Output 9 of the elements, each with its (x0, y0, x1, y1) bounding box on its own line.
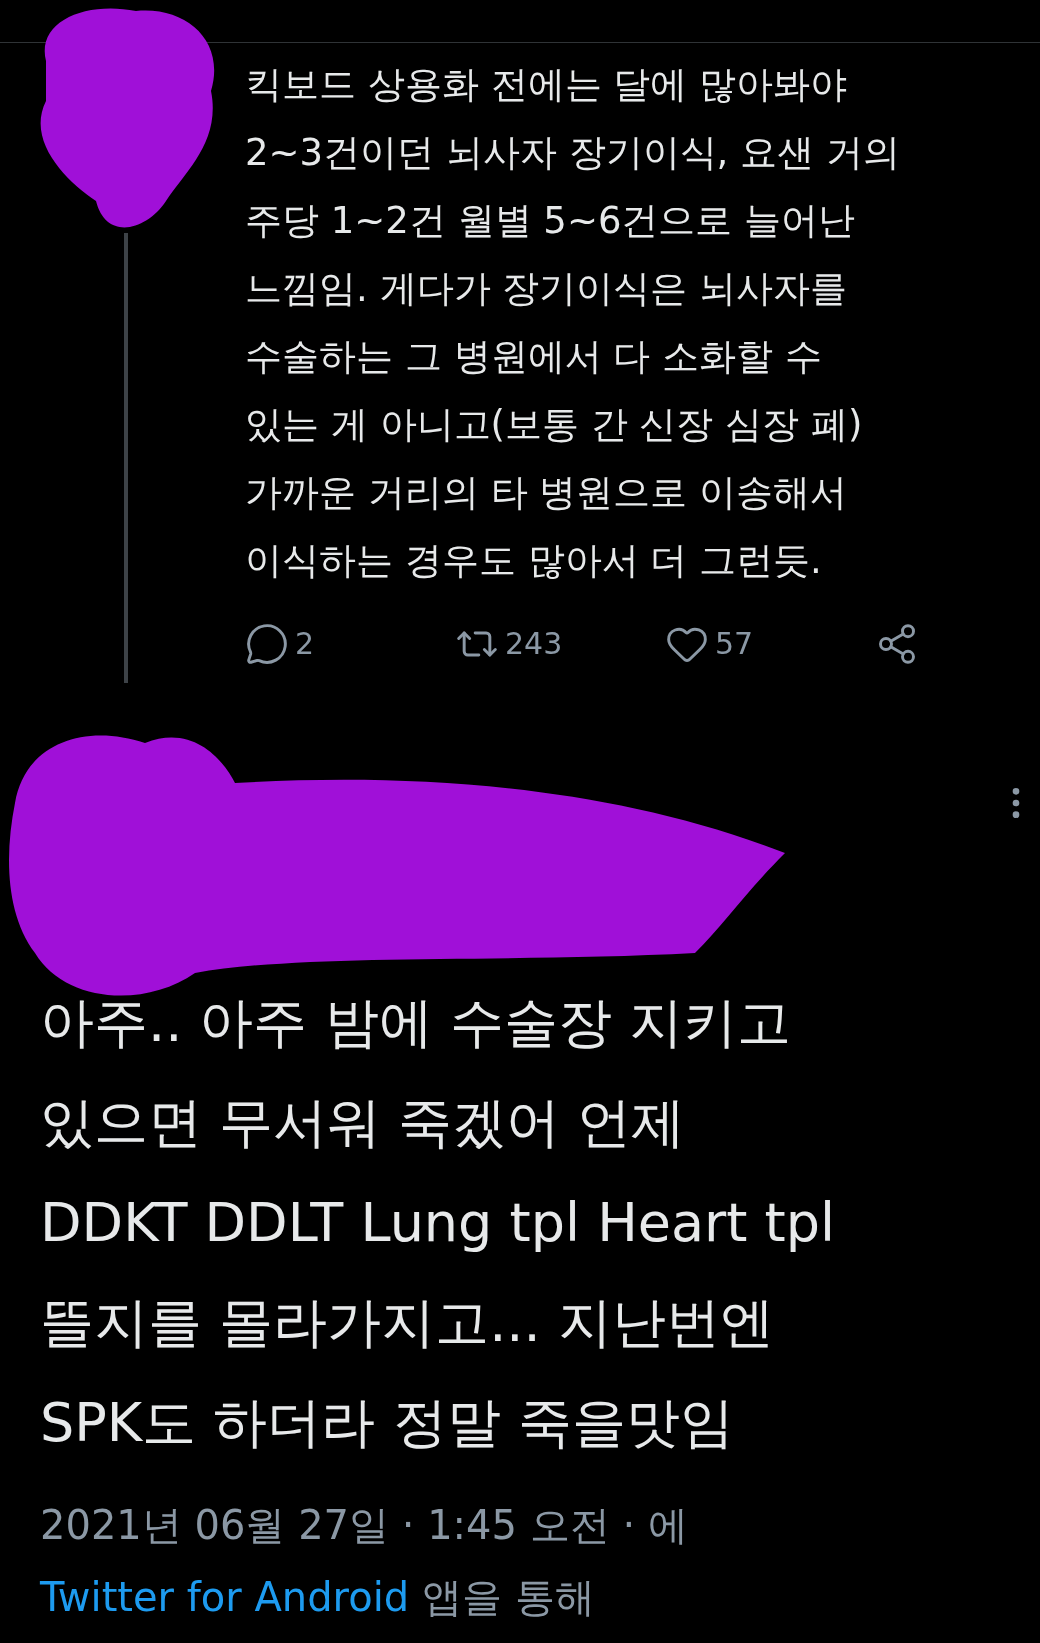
tweet-text: 킥보드 상용화 전에는 달에 많아봐야 2~3건이던 뇌사자 장기이식, 요샌 거의 주당 1~2건 월별 5~6건으로 늘어난 느낌임. 게다가 장기이식은 뇌사자를 수술하는 그 병원에서 다 소화할 수 있는 게 아니고(보통 간 신장 심장 폐) 가까운 거리의 타 병원으로 이송해서 이식하는 경우도 많아서 더 그런듯. (245, 62, 901, 584)
speech-bubble-icon (245, 621, 289, 666)
source-suffix: 앱을 통해 (421, 1574, 595, 1620)
tweet-text: 아주.. 아주 밤에 수술장 지키고 있으면 무서워 죽겠어 언제 DDKT DDLT Lung tpl Heart tpl 뜰지를 몰라가지고... 지난번엔 SPK도 하더라 정말 죽을맛임 (40, 990, 837, 1456)
retweet-button[interactable]: 243 (455, 621, 665, 666)
reply-button[interactable]: 2 (245, 621, 455, 666)
tweet-timestamp: 2021년 06월 27일 · 1:45 오전 · 에 (40, 1501, 689, 1550)
source-link[interactable]: Twitter for Android (40, 1574, 410, 1620)
like-button[interactable]: 57 (665, 621, 875, 666)
